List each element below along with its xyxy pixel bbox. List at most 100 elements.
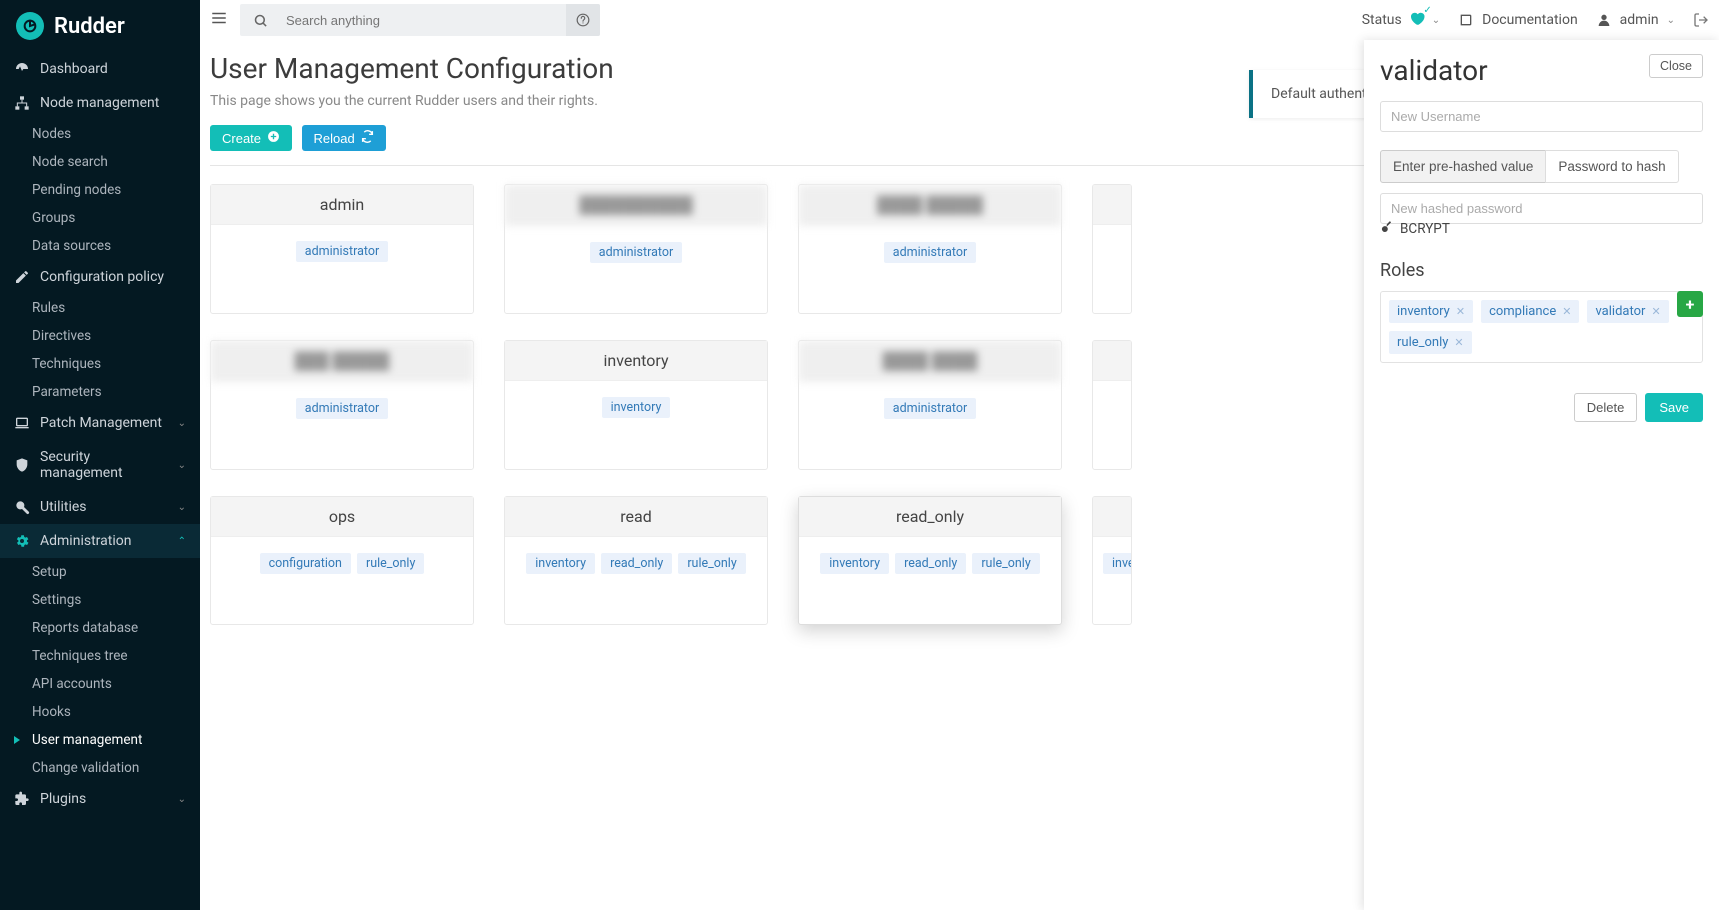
brand-text: Rudder (54, 14, 125, 39)
user-card[interactable] (1092, 184, 1132, 314)
user-menu[interactable]: admin ⌄ (1596, 12, 1675, 28)
role-tag: invento (1103, 553, 1132, 574)
nav-utilities[interactable]: Utilities ⌄ (0, 490, 200, 524)
user-card[interactable]: inventoryinventory (504, 340, 768, 470)
nav-administration[interactable]: Administration ⌃ (0, 524, 200, 558)
status-indicator[interactable]: Status ✓ ⌄ (1362, 9, 1440, 31)
role-tag: administrator (296, 398, 388, 419)
user-card-roles (1093, 225, 1132, 291)
documentation-link[interactable]: Documentation (1458, 12, 1578, 28)
user-card[interactable]: invento (1092, 496, 1132, 625)
brand-logo[interactable]: Rudder (0, 0, 200, 52)
nav-sub-techniques[interactable]: Techniques (0, 350, 200, 378)
logout-icon[interactable] (1693, 12, 1709, 28)
user-card[interactable]: ███ █████ administrator (210, 340, 474, 470)
nav-sub-setup[interactable]: Setup (0, 558, 200, 586)
logo-icon (16, 12, 44, 40)
sidebar: Rudder Dashboard Node management NodesNo… (0, 0, 200, 910)
user-card-name: ████ ████ (799, 341, 1061, 382)
menu-toggle-icon[interactable] (210, 9, 230, 31)
nav-sub-api-accounts[interactable]: API accounts (0, 670, 200, 698)
nav-label: Dashboard (40, 61, 108, 77)
heartbeat-icon: ✓ (1408, 9, 1426, 31)
role-chip: inventory✕ (1389, 300, 1473, 323)
nav-sub-user-management[interactable]: User management (0, 726, 200, 754)
nav-sub-pending-nodes[interactable]: Pending nodes (0, 176, 200, 204)
nav-sub-data-sources[interactable]: Data sources (0, 232, 200, 260)
nav-config-policy[interactable]: Configuration policy (0, 260, 200, 294)
nav-security-management[interactable]: Security management ⌄ (0, 440, 200, 490)
password-input[interactable] (1380, 193, 1703, 224)
tab-password-to-hash[interactable]: Password to hash (1545, 150, 1678, 183)
delete-button[interactable]: Delete (1574, 393, 1638, 422)
chevron-down-icon: ⌄ (178, 502, 186, 513)
close-button[interactable]: Close (1649, 54, 1703, 78)
nav-sub-settings[interactable]: Settings (0, 586, 200, 614)
wrench-icon (14, 499, 30, 515)
plus-circle-icon (267, 130, 280, 146)
user-card-roles: inventory (505, 381, 767, 468)
user-card-roles: configurationrule_only (211, 537, 473, 624)
role-chip: compliance ✕ (1481, 300, 1579, 323)
user-card[interactable]: opsconfigurationrule_only (210, 496, 474, 625)
add-role-button[interactable]: + (1677, 291, 1703, 317)
user-card[interactable]: readinventoryread_onlyrule_only (504, 496, 768, 625)
roles-section-label: Roles (1380, 260, 1703, 281)
nav-sub-directives[interactable]: Directives (0, 322, 200, 350)
nav-sub-hooks[interactable]: Hooks (0, 698, 200, 726)
save-button[interactable]: Save (1645, 393, 1703, 422)
username-input[interactable] (1380, 101, 1703, 132)
nav-sub-change-validation[interactable]: Change validation (0, 754, 200, 782)
remove-role-icon[interactable]: ✕ (1456, 305, 1465, 318)
nav-sub-rules[interactable]: Rules (0, 294, 200, 322)
remove-role-icon[interactable]: ✕ (1562, 305, 1571, 318)
nav-sub-nodes[interactable]: Nodes (0, 120, 200, 148)
nav-patch-management[interactable]: Patch Management ⌄ (0, 406, 200, 440)
user-card-name: ███ █████ (211, 341, 473, 382)
user-card-name: read_only (799, 497, 1061, 537)
create-button[interactable]: Create (210, 125, 292, 151)
reload-button[interactable]: Reload (302, 125, 386, 151)
chevron-down-icon: ⌄ (1667, 15, 1675, 26)
user-card-roles: inventoryread_onlyrule_only (799, 537, 1061, 624)
user-card-name: inventory (505, 341, 767, 381)
user-card-roles: administrator (799, 226, 1061, 313)
nav-dashboard[interactable]: Dashboard (0, 52, 200, 86)
user-card[interactable]: ████ ████ administrator (798, 340, 1062, 470)
remove-role-icon[interactable]: ✕ (1651, 305, 1660, 318)
user-card-name (1093, 497, 1132, 537)
user-icon (1596, 12, 1612, 28)
chevron-down-icon: ⌄ (178, 460, 186, 471)
user-card[interactable]: ██████████administrator (504, 184, 768, 314)
role-chip-label: compliance (1489, 304, 1556, 319)
user-card[interactable]: ████ █████administrator (798, 184, 1062, 314)
user-card-name: admin (211, 185, 473, 225)
search-help-icon[interactable] (566, 4, 600, 36)
topbar: Status ✓ ⌄ Documentation admin ⌄ (200, 0, 1719, 40)
nav-sub-techniques-tree[interactable]: Techniques tree (0, 642, 200, 670)
nav-sub-node-search[interactable]: Node search (0, 148, 200, 176)
user-card-roles (1093, 381, 1132, 447)
user-card[interactable] (1092, 340, 1132, 470)
nav-label: Patch Management (40, 415, 162, 431)
create-label: Create (222, 131, 261, 146)
nav-sub-parameters[interactable]: Parameters (0, 378, 200, 406)
nav-sub-groups[interactable]: Groups (0, 204, 200, 232)
nav-sub-reports-database[interactable]: Reports database (0, 614, 200, 642)
user-card[interactable]: read_onlyinventoryread_onlyrule_only (798, 496, 1062, 625)
nav-plugins[interactable]: Plugins ⌄ (0, 782, 200, 816)
reload-label: Reload (314, 131, 355, 146)
nav-label: Configuration policy (40, 269, 164, 285)
hash-algorithm: BCRYPT (1400, 221, 1450, 237)
user-card-name: read (505, 497, 767, 537)
nav-node-management[interactable]: Node management (0, 86, 200, 120)
user-card[interactable]: adminadministrator (210, 184, 474, 314)
remove-role-icon[interactable]: ✕ (1454, 336, 1463, 349)
user-card-roles: inventoryread_onlyrule_only (505, 537, 767, 624)
role-tag: administrator (590, 242, 682, 263)
role-tag: administrator (884, 398, 976, 419)
tab-prehashed[interactable]: Enter pre-hashed value (1380, 150, 1546, 183)
search-input[interactable] (280, 13, 566, 28)
role-tag: rule_only (972, 553, 1039, 574)
role-tag: inventory (526, 553, 595, 574)
